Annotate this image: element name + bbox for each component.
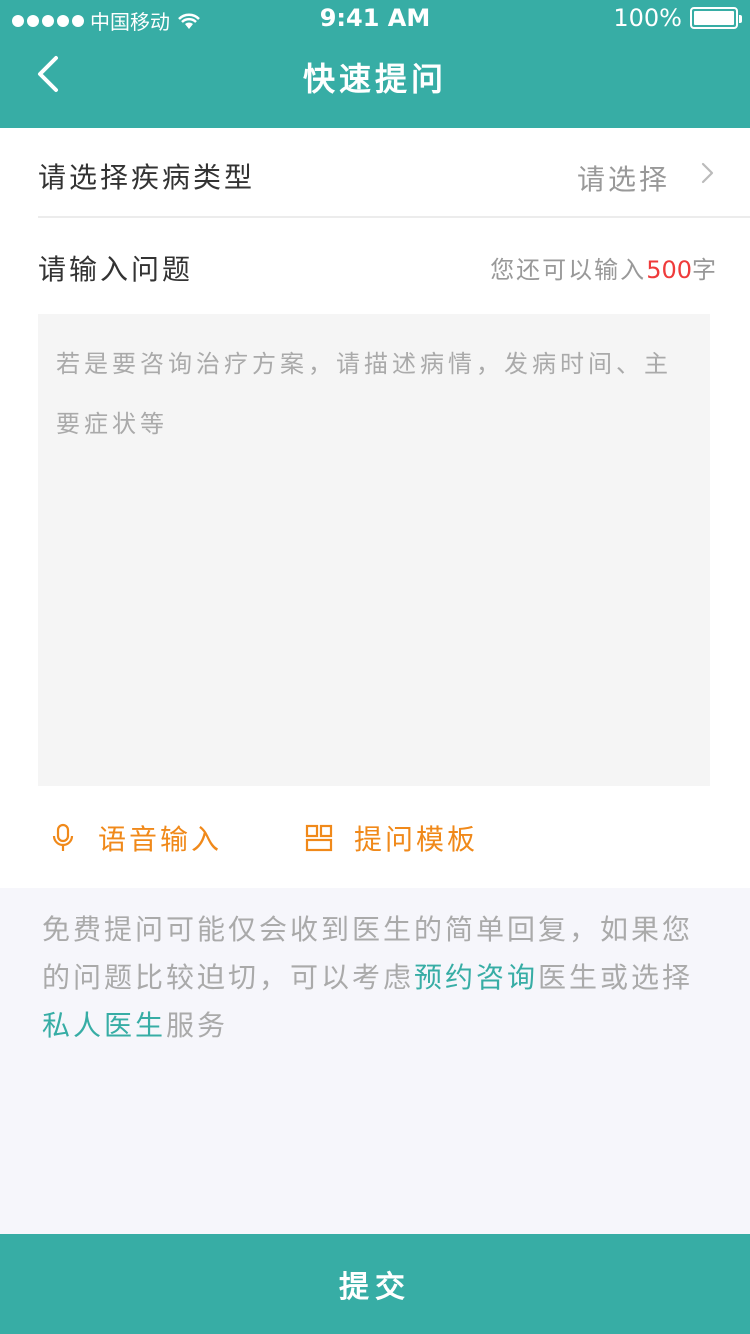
- battery-percent: 100%: [613, 4, 682, 32]
- question-template-label: 提问模板: [354, 823, 479, 856]
- page-title: 快速提问: [302, 60, 447, 98]
- disease-type-value: 请选择: [576, 163, 670, 196]
- char-count: 您还可以输入500字: [490, 250, 718, 285]
- disease-type-selector[interactable]: 请选择疾病类型 请选择: [38, 128, 750, 218]
- header: 中国移动 9:41 AM 100% 快速提问: [0, 0, 750, 128]
- notice-part-2: 医生或选择: [538, 961, 694, 994]
- question-template-button[interactable]: 提问模板: [304, 818, 478, 858]
- question-input[interactable]: [38, 314, 710, 786]
- question-form: 请选择疾病类型 请选择 请输入问题 您还可以输入500字 语音输入 提问模板: [0, 128, 750, 888]
- template-icon: [305, 824, 333, 852]
- battery-icon: [690, 7, 742, 29]
- voice-input-button[interactable]: 语音输入: [48, 818, 222, 858]
- char-count-prefix: 您还可以输入: [490, 256, 647, 284]
- notice-part-3: 服务: [166, 1009, 229, 1042]
- microphone-icon: [52, 823, 74, 851]
- status-right: 100%: [613, 4, 742, 32]
- input-tools: 语音输入 提问模板: [0, 818, 750, 858]
- status-bar: 中国移动 9:41 AM 100%: [0, 0, 750, 40]
- char-count-suffix: 字: [692, 256, 718, 284]
- question-label: 请输入问题: [38, 253, 194, 286]
- nav-bar: 快速提问: [0, 40, 750, 128]
- notice-text: 免费提问可能仅会收到医生的简单回复，如果您的问题比较迫切，可以考虑预约咨询医生或…: [42, 906, 710, 1050]
- char-count-number: 500: [646, 256, 692, 284]
- question-header: 请输入问题 您还可以输入500字: [38, 218, 718, 308]
- submit-button[interactable]: 提交: [0, 1234, 750, 1334]
- voice-input-label: 语音输入: [98, 823, 223, 856]
- private-doctor-link[interactable]: 私人医生: [42, 1009, 166, 1042]
- appointment-consult-link[interactable]: 预约咨询: [414, 961, 538, 994]
- disease-type-label: 请选择疾病类型: [38, 161, 256, 194]
- chevron-right-icon: [701, 162, 714, 184]
